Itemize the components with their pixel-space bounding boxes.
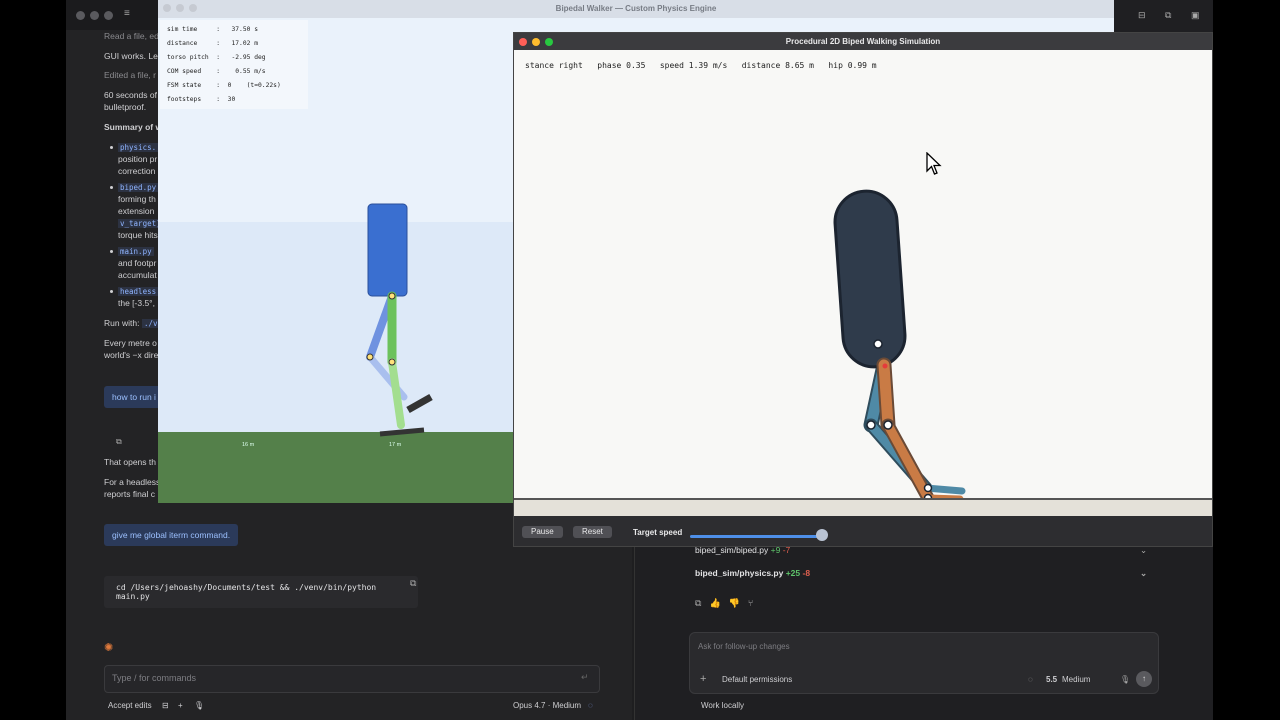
- thumbs-up-icon[interactable]: 👍: [709, 598, 728, 608]
- procedural-sim-window: Procedural 2D Biped Walking Simulation s…: [513, 32, 1213, 547]
- walker-back-foot: [406, 393, 433, 414]
- chat-line: forming th: [118, 194, 156, 204]
- chat-line: world's −x dire: [104, 350, 159, 360]
- model-effort[interactable]: Medium: [1062, 675, 1090, 684]
- bullet: [110, 250, 113, 253]
- user-message-pill[interactable]: how to run i: [104, 386, 164, 408]
- feedback-actions: ⧉👍👎⑂: [695, 598, 761, 609]
- mic-icon[interactable]: 🎙: [1120, 675, 1130, 684]
- knee-joint: [883, 420, 893, 430]
- control-bar: Pause Reset Target speed: [514, 516, 1212, 546]
- followup-placeholder: Ask for follow-up changes: [698, 642, 790, 651]
- mic-icon[interactable]: 🎙: [194, 701, 204, 710]
- loading-icon: ◌: [588, 701, 593, 710]
- chevron-down-icon[interactable]: ⌄: [1140, 568, 1147, 579]
- walker-hip-joint: [388, 292, 396, 300]
- additions-count: +25: [785, 568, 801, 578]
- chat-line: reports final c: [104, 489, 156, 499]
- chat-line: accumulat: [118, 270, 157, 280]
- minimize-dot-icon[interactable]: [90, 11, 99, 20]
- chat-line: torque hits: [118, 230, 158, 240]
- chat-line: bulletproof.: [104, 102, 147, 112]
- knee-joint: [866, 420, 876, 430]
- chat-line: 60 seconds of: [104, 90, 157, 100]
- chat-line: the [-3.5°,: [118, 298, 155, 308]
- target-speed-slider-track[interactable]: [690, 535, 826, 538]
- accept-edits-toggle[interactable]: Accept edits: [108, 701, 152, 710]
- work-locally-dropdown[interactable]: Work locally: [701, 701, 744, 710]
- deletions-count: -8: [802, 568, 811, 578]
- code-token: ./v: [142, 319, 160, 328]
- target-speed-label: Target speed: [633, 528, 683, 537]
- code-token: main.py: [118, 247, 154, 256]
- followup-input[interactable]: Ask for follow-up changes + Default perm…: [689, 632, 1159, 694]
- chat-line: and footpr: [118, 258, 157, 268]
- thumbs-down-icon[interactable]: 👎: [729, 598, 748, 608]
- copy-icon[interactable]: ⧉: [116, 437, 122, 447]
- walker-figure: [366, 203, 433, 437]
- chat-line: Run with:: [104, 318, 140, 328]
- ankle-joint: [923, 483, 933, 493]
- code-token: biped.py: [118, 183, 159, 192]
- front-shin-fill: [883, 420, 933, 503]
- branch-icon[interactable]: ⑂: [748, 598, 761, 608]
- copy-icon[interactable]: ⧉: [410, 578, 416, 589]
- hip-marker: [882, 363, 888, 369]
- floor: [514, 498, 1212, 518]
- bullet: [110, 290, 113, 293]
- walker-front-foot: [379, 427, 425, 437]
- chat-line: extension: [118, 206, 155, 216]
- walker-knee-joint: [388, 358, 396, 366]
- command-codeblock: cd /Users/jehoashy/Documents/test && ./v…: [104, 576, 418, 608]
- command-text: cd /Users/jehoashy/Documents/test && ./v…: [116, 583, 377, 601]
- chat-line: Summary of w: [104, 122, 163, 132]
- chat-line: correction: [118, 166, 156, 176]
- bullet: [110, 186, 113, 189]
- panel-icon[interactable]: ▣: [1191, 10, 1200, 21]
- close-dot-icon[interactable]: [76, 11, 85, 20]
- command-input[interactable]: Type / for commands ↵: [104, 665, 600, 693]
- mouse-cursor-icon: [926, 152, 942, 175]
- model-selector[interactable]: Opus 4.7 · Medium: [513, 701, 581, 710]
- code-token: v_target): [118, 219, 163, 228]
- walker-knee-joint: [366, 353, 374, 361]
- chat-line: Edited a file, r: [104, 70, 156, 80]
- code-token: physics.: [118, 143, 159, 152]
- hip-joint: [873, 339, 883, 349]
- chat-line: GUI works. Le: [104, 51, 158, 61]
- plus-icon[interactable]: +: [700, 673, 706, 685]
- changed-file-row[interactable]: biped_sim/physics.py +25 -8 ⌄: [695, 568, 1175, 578]
- pause-button[interactable]: Pause: [522, 526, 563, 538]
- target-speed-slider-knob[interactable]: [816, 529, 828, 541]
- reset-button[interactable]: Reset: [573, 526, 612, 538]
- chat-line: For a headless: [104, 477, 161, 487]
- permissions-dropdown[interactable]: Default permissions: [722, 675, 792, 684]
- bullet: [110, 146, 113, 149]
- procedural-walker-figure: [833, 189, 966, 505]
- copy-icon[interactable]: ⧉: [695, 598, 709, 608]
- zoom-dot-icon[interactable]: [104, 11, 113, 20]
- chat-line: Every metre o: [104, 338, 157, 348]
- command-input-placeholder: Type / for commands: [112, 673, 197, 683]
- procedural-torso: [833, 189, 907, 369]
- walker-torso: [367, 203, 408, 297]
- attach-icon[interactable]: ⊟: [162, 701, 169, 710]
- windows-icon[interactable]: ⧉: [1165, 10, 1171, 21]
- loading-icon: ◌: [1028, 675, 1033, 684]
- chat-line: position pr: [118, 154, 158, 164]
- code-token: headless: [118, 287, 159, 296]
- menu-icon[interactable]: ≡: [124, 8, 130, 19]
- front-thigh-fill: [878, 359, 894, 431]
- chat-line: Read a file, ed: [104, 31, 159, 41]
- sidebar-toggle-icon[interactable]: ⊟: [1138, 10, 1146, 21]
- chat-line: That opens th: [104, 457, 156, 467]
- plus-icon[interactable]: +: [178, 701, 183, 710]
- user-message-pill[interactable]: give me global iterm command.: [104, 524, 239, 546]
- submit-arrow-icon[interactable]: ↑: [1136, 671, 1152, 687]
- file-name: biped_sim/physics.py: [695, 568, 784, 578]
- send-icon[interactable]: ↵: [581, 672, 589, 683]
- spinner-sparkle-icon: ✺: [104, 642, 114, 654]
- model-version[interactable]: 5.5: [1046, 675, 1057, 684]
- walker-front-shin: [388, 358, 405, 429]
